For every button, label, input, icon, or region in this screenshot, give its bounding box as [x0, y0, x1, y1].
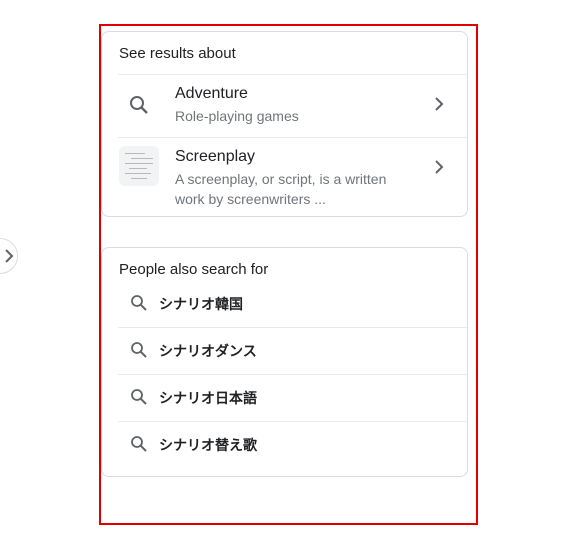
- search-icon: [130, 435, 148, 453]
- suggestion-label: シナリオダンス: [159, 343, 257, 359]
- result-adventure[interactable]: Adventure Role-playing games: [102, 75, 467, 137]
- see-results-about-card: See results about Adventure Role-playing…: [101, 31, 468, 217]
- suggestion-label: シナリオ日本語: [159, 390, 257, 406]
- people-also-search-card: People also search for シナリオ韓国 シナリオダンス シナ…: [101, 247, 468, 477]
- search-icon: [130, 388, 148, 406]
- chevron-right-icon: [5, 249, 14, 263]
- people-also-search-title: People also search for: [119, 261, 269, 278]
- suggestion-item[interactable]: シナリオ替え歌: [102, 422, 467, 469]
- result-subtitle: Role-playing games: [175, 108, 299, 124]
- screenplay-thumbnail: [119, 146, 159, 186]
- suggestion-label: シナリオ替え歌: [159, 437, 257, 453]
- see-results-title: See results about: [119, 45, 236, 62]
- search-icon: [129, 95, 149, 115]
- result-screenplay[interactable]: Screenplay A screenplay, or script, is a…: [102, 138, 467, 216]
- chevron-right-icon: [433, 97, 445, 111]
- chevron-right-icon: [433, 160, 445, 174]
- result-subtitle: A screenplay, or script, is a written wo…: [175, 171, 387, 207]
- scroll-right-button[interactable]: [0, 238, 18, 274]
- suggestion-item[interactable]: シナリオダンス: [102, 328, 467, 375]
- suggestion-item[interactable]: シナリオ日本語: [102, 375, 467, 422]
- result-title: Adventure: [175, 85, 248, 102]
- result-title: Screenplay: [175, 148, 256, 165]
- suggestion-item[interactable]: シナリオ韓国: [102, 281, 467, 328]
- search-icon: [130, 341, 148, 359]
- search-icon: [130, 294, 148, 312]
- suggestion-label: シナリオ韓国: [159, 296, 243, 312]
